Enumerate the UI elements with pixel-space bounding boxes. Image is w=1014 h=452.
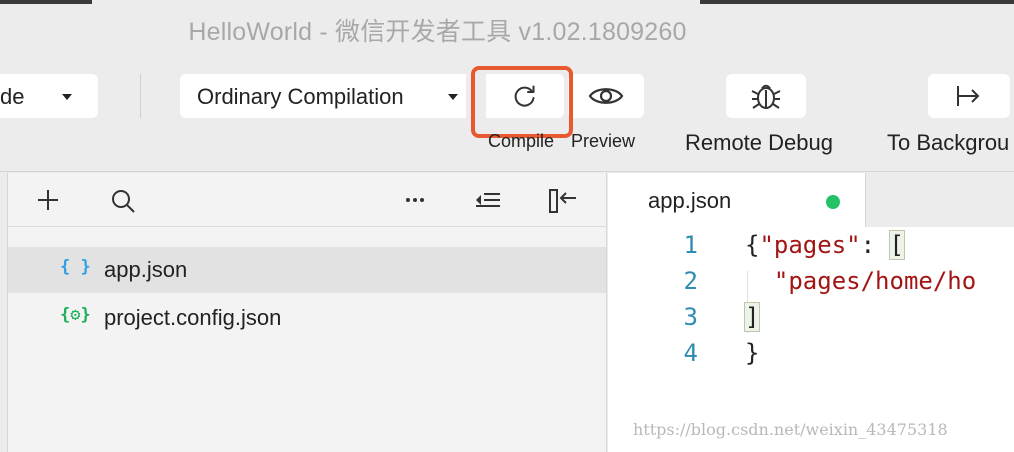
compile-mode-label: Ordinary Compilation [197, 84, 404, 109]
unsaved-dot-icon [826, 195, 840, 209]
more-icon[interactable] [404, 188, 426, 212]
mode-select[interactable]: de [0, 74, 98, 118]
code-token: : [860, 231, 890, 259]
eye-icon [588, 88, 624, 104]
caret-down-icon [448, 94, 458, 100]
explorer-toolbar [8, 173, 606, 227]
code-line: ] [743, 302, 761, 332]
hide-panel-icon[interactable] [548, 188, 578, 214]
code-token: } [745, 339, 760, 367]
file-item-project-config-json[interactable]: {⚙} project.config.json [8, 295, 606, 341]
search-icon[interactable] [110, 188, 136, 214]
matched-bracket: ] [743, 302, 761, 332]
code-line: {"pages": [ [745, 230, 906, 260]
line-number: 3 [683, 303, 698, 331]
code-line: } [745, 339, 759, 367]
collapse-icon[interactable] [474, 188, 502, 212]
watermark: https://blog.csdn.net/weixin_43475318 [633, 420, 948, 439]
add-icon[interactable] [36, 188, 60, 212]
file-name: app.json [104, 257, 188, 282]
compile-mode-select[interactable]: Ordinary Compilation [180, 74, 466, 118]
code-line: "pages/home/ho [745, 267, 976, 295]
file-explorer: { } app.json {⚙} project.config.json [0, 173, 607, 452]
file-item-app-json[interactable]: { } app.json [8, 247, 606, 293]
title-bar-edge [0, 0, 92, 4]
to-background-label: To Backgrou [887, 130, 1010, 155]
json-file-icon: { } [60, 257, 91, 277]
bug-icon [751, 84, 781, 109]
toolbar-divider [140, 74, 141, 118]
file-name: project.config.json [104, 305, 282, 330]
line-number: 1 [683, 231, 698, 259]
code-area[interactable]: 1 {"pages": [ 2 "pages/home/ho 3 ] 4 } [608, 227, 1014, 452]
main-toolbar: de Ordinary Compilation Compile Preview … [0, 52, 1014, 172]
devtools-window: HelloWorld - 微信开发者工具 v1.02.1809260 de Or… [0, 0, 1014, 452]
remote-debug-label: Remote Debug [685, 130, 833, 155]
editor-tab-bar: app.json [608, 173, 1014, 227]
caret-down-icon [62, 94, 72, 100]
tab-app-json[interactable]: app.json [608, 173, 866, 227]
preview-button[interactable] [568, 74, 644, 118]
line-number: 4 [683, 339, 698, 367]
preview-label: Preview [571, 131, 636, 151]
to-background-button[interactable] [928, 74, 1010, 118]
compile-highlight-annotation [471, 66, 573, 138]
tab-label: app.json [648, 188, 732, 213]
compile-label: Compile [488, 131, 555, 151]
remote-debug-button[interactable] [726, 74, 806, 118]
title-bar: HelloWorld - 微信开发者工具 v1.02.1809260 [0, 0, 1014, 52]
explorer-left-edge [0, 173, 8, 452]
mode-select-label: de [0, 84, 25, 109]
line-number: 2 [683, 267, 698, 295]
title-bar-edge [700, 0, 1014, 4]
config-file-icon: {⚙} [60, 305, 91, 325]
matched-bracket: [ [888, 230, 906, 260]
exit-to-background-icon [957, 86, 980, 106]
code-token: { [745, 231, 760, 259]
window-title: HelloWorld - 微信开发者工具 v1.02.1809260 [188, 18, 687, 46]
code-string: "pages/home/ho [773, 267, 977, 295]
code-string: "pages" [759, 231, 861, 259]
code-editor: app.json 1 {"pages": [ 2 "pages/home/ho … [608, 173, 1014, 452]
